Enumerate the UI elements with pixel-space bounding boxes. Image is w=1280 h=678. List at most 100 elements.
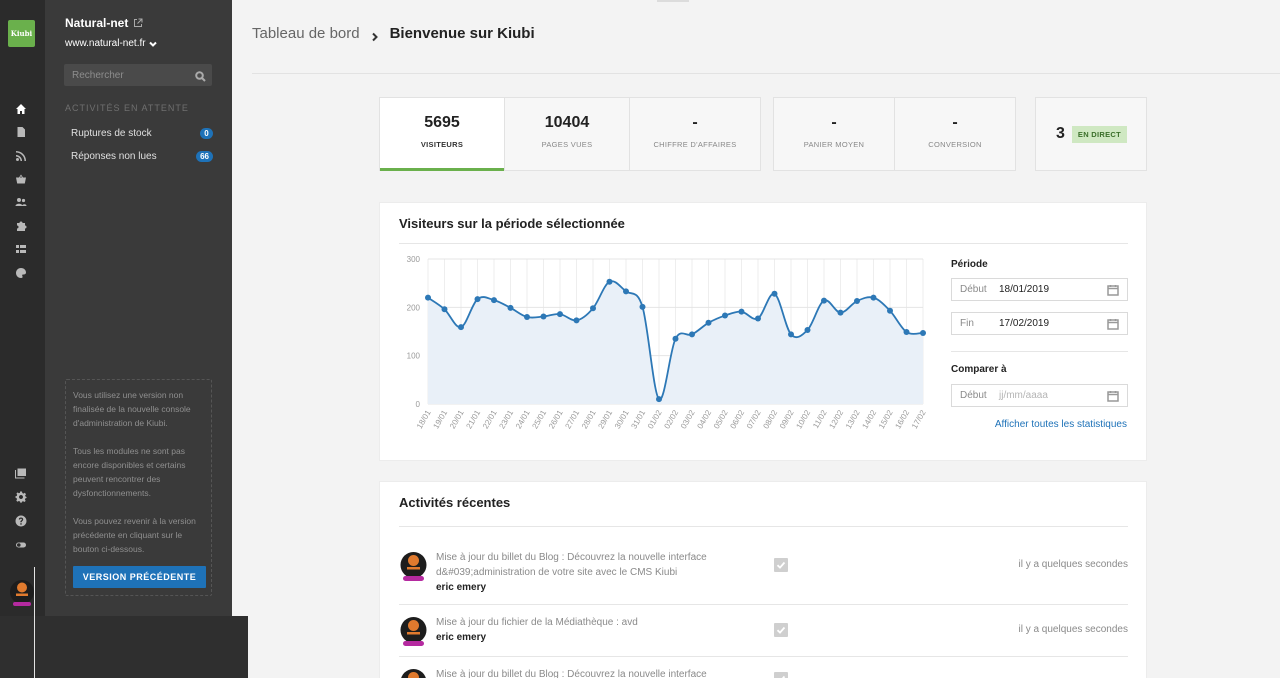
kpi-value: 10404 <box>544 113 590 131</box>
x-tick-label: 19/01 <box>431 408 449 430</box>
notice-text: Tous les modules ne sont pas encore disp… <box>73 446 186 498</box>
calendar-icon[interactable] <box>1107 284 1119 296</box>
x-tick-label: 22/01 <box>481 408 499 430</box>
activity-card-title: Activités récentes <box>399 495 511 510</box>
pending-item-label: Ruptures de stock <box>71 127 152 139</box>
chevron-down-icon <box>148 41 157 47</box>
help-icon[interactable] <box>13 513 29 529</box>
data-point <box>755 315 761 322</box>
compare-label: Comparer à <box>951 364 1007 375</box>
live-visitors[interactable]: 3 EN DIRECT <box>1035 97 1147 171</box>
start-date-field[interactable]: Début 18/01/2019 <box>951 278 1128 301</box>
end-date-field[interactable]: Fin 17/02/2019 <box>951 312 1128 335</box>
palette-icon[interactable] <box>13 265 29 281</box>
site-url-label: www.natural-net.fr <box>65 38 146 49</box>
x-tick-label: 11/02 <box>811 408 829 430</box>
activity-time: il y a quelques secondes <box>1018 559 1128 570</box>
data-point <box>903 328 910 335</box>
y-tick-label: 100 <box>407 352 421 361</box>
data-point <box>474 296 481 303</box>
data-point <box>738 308 745 315</box>
data-point <box>689 331 695 338</box>
checkbox-icon[interactable] <box>774 672 788 678</box>
kpi-value: - <box>692 113 698 131</box>
settings-icon[interactable] <box>13 489 29 505</box>
list-icon[interactable] <box>13 241 29 257</box>
compare-date-placeholder: jj/mm/aaaa <box>999 390 1048 401</box>
data-point <box>623 288 629 295</box>
data-point <box>887 307 893 314</box>
home-icon[interactable] <box>13 101 29 117</box>
search-input[interactable] <box>64 64 189 86</box>
data-point <box>837 309 844 316</box>
x-tick-label: 05/02 <box>712 408 730 430</box>
calendar-icon[interactable] <box>1107 390 1119 402</box>
x-tick-label: 17/02 <box>910 408 928 430</box>
data-point <box>788 331 794 338</box>
puzzle-icon[interactable] <box>13 218 29 234</box>
activity-time: il y a quelques secondes <box>1018 624 1128 635</box>
pending-item-replies[interactable]: Réponses non lues 66 <box>71 148 213 164</box>
x-tick-label: 20/01 <box>448 408 466 430</box>
rss-icon[interactable] <box>13 148 29 164</box>
kpi-revenue[interactable]: - CHIFFRE D'AFFAIRES <box>630 98 760 170</box>
x-tick-label: 10/02 <box>794 408 812 430</box>
author-avatar <box>401 669 426 678</box>
basket-icon[interactable] <box>13 171 29 187</box>
start-date-value: 18/01/2019 <box>999 284 1050 295</box>
x-tick-label: 03/02 <box>679 408 697 430</box>
compare-date-label: Début <box>960 390 987 401</box>
kpi-label: CONVERSION <box>928 139 982 149</box>
activity-item[interactable]: Mise à jour du fichier de la Médiathèque… <box>399 614 1128 656</box>
data-point <box>540 313 547 320</box>
all-statistics-link[interactable]: Afficher toutes les statistiques <box>995 419 1127 430</box>
search-icon[interactable] <box>195 69 206 82</box>
x-tick-label: 16/02 <box>893 408 911 430</box>
x-tick-label: 28/01 <box>580 408 598 430</box>
data-point <box>672 335 679 342</box>
kpi-label: CHIFFRE D'AFFAIRES <box>653 139 737 149</box>
site-name[interactable]: Natural-net <box>65 16 143 30</box>
visitors-card-title: Visiteurs sur la période sélectionnée <box>399 216 625 231</box>
toggle-icon[interactable] <box>13 537 29 553</box>
breadcrumb-parent[interactable]: Tableau de bord <box>252 25 360 42</box>
chevron-right-icon <box>370 29 380 41</box>
data-point <box>557 311 563 318</box>
y-tick-label: 0 <box>416 400 421 409</box>
notice-text: Vous utilisez une version non finalisée … <box>73 390 191 428</box>
data-point <box>491 297 497 304</box>
x-tick-label: 23/01 <box>497 408 515 430</box>
kpi-average-basket[interactable]: - PANIER MOYEN <box>774 98 895 170</box>
beta-notice: Vous utilisez une version non finalisée … <box>65 379 212 596</box>
users-icon[interactable] <box>13 194 29 210</box>
activity-timeline <box>34 567 35 678</box>
site-selector[interactable]: www.natural-net.fr <box>65 38 157 49</box>
top-divider <box>657 0 689 2</box>
document-icon[interactable] <box>13 124 29 140</box>
data-point <box>590 305 596 312</box>
sidebar-search <box>64 64 212 86</box>
notice-text: Vous pouvez revenir à la version précéde… <box>73 516 196 554</box>
kiubi-logo[interactable]: Kiubi <box>8 20 35 47</box>
calendar-icon[interactable] <box>1107 318 1119 330</box>
kpi-visitors[interactable]: 5695 VISITEURS <box>380 98 505 171</box>
y-tick-label: 200 <box>407 303 421 312</box>
count-badge: 66 <box>196 150 213 162</box>
user-avatar[interactable] <box>10 579 34 607</box>
kpi-page-views[interactable]: 10404 PAGES VUES <box>505 98 630 170</box>
external-link-icon[interactable] <box>133 18 143 28</box>
previous-version-button[interactable]: VERSION PRÉCÉDENTE <box>73 566 206 588</box>
checkbox-icon[interactable] <box>774 558 788 572</box>
data-point <box>507 304 514 311</box>
kpi-value: - <box>952 113 958 131</box>
x-tick-label: 06/02 <box>728 408 746 430</box>
activity-item[interactable]: Mise à jour du billet du Blog : Découvre… <box>399 546 1128 604</box>
activity-author: eric emery <box>436 582 487 593</box>
pending-item-stock[interactable]: Ruptures de stock 0 <box>71 125 213 141</box>
media-icon[interactable] <box>13 465 29 481</box>
activity-item[interactable]: Mise à jour du billet du Blog : Découvre… <box>399 666 1128 678</box>
kpi-conversion[interactable]: - CONVERSION <box>895 98 1015 170</box>
checkbox-icon[interactable] <box>774 623 788 637</box>
compare-date-field[interactable]: Début jj/mm/aaaa <box>951 384 1128 407</box>
activity-author: eric emery <box>436 632 487 643</box>
